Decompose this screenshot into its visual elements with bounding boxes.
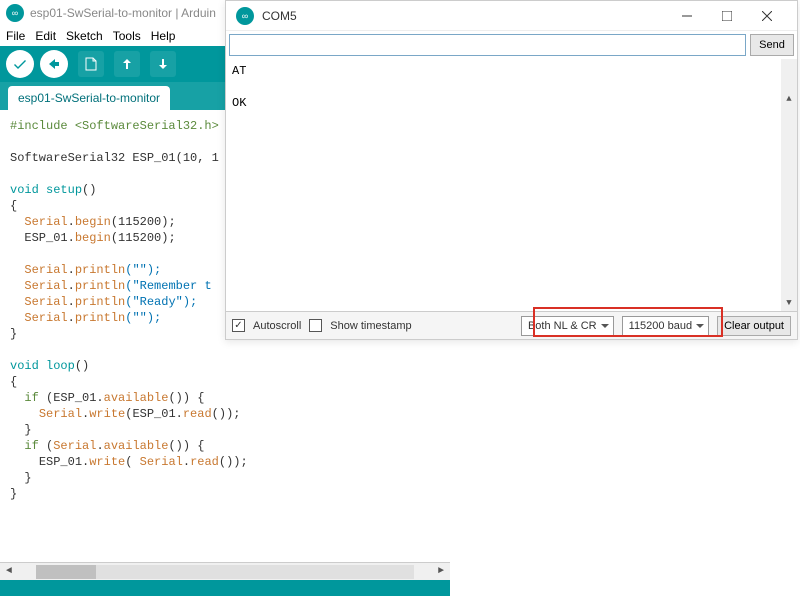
menu-help[interactable]: Help (151, 29, 176, 43)
close-button[interactable] (747, 3, 787, 29)
serial-titlebar: ∞ COM5 (226, 1, 797, 31)
statusbar (0, 580, 450, 596)
serial-monitor-window: ∞ COM5 Send AT OK ▲ ▼ Autoscroll Show ti… (225, 0, 798, 340)
minimize-button[interactable] (667, 3, 707, 29)
serial-output[interactable]: AT OK ▲ ▼ (226, 59, 797, 311)
menu-file[interactable]: File (6, 29, 25, 43)
arduino-logo-icon: ∞ (6, 4, 24, 22)
baud-select[interactable]: 115200 baud (622, 316, 709, 336)
menu-sketch[interactable]: Sketch (66, 29, 103, 43)
ide-title: esp01-SwSerial-to-monitor | Arduin (30, 6, 216, 20)
serial-bottom-bar: Autoscroll Show timestamp Both NL & CR 1… (226, 311, 797, 339)
open-button[interactable] (114, 51, 140, 77)
timestamp-checkbox[interactable] (309, 319, 322, 332)
timestamp-label: Show timestamp (330, 320, 411, 332)
scroll-right-icon[interactable]: ► (432, 564, 450, 580)
serial-input[interactable] (229, 34, 746, 56)
autoscroll-checkbox[interactable] (232, 319, 245, 332)
autoscroll-label: Autoscroll (253, 320, 301, 332)
menu-edit[interactable]: Edit (35, 29, 56, 43)
maximize-button[interactable] (707, 3, 747, 29)
send-bar: Send (226, 31, 797, 59)
arduino-logo-icon: ∞ (236, 7, 254, 25)
line-ending-select[interactable]: Both NL & CR (521, 316, 614, 336)
scroll-down-icon[interactable]: ▼ (781, 295, 797, 311)
menu-tools[interactable]: Tools (113, 29, 141, 43)
tab-sketch[interactable]: esp01-SwSerial-to-monitor (8, 86, 170, 110)
scroll-left-icon[interactable]: ◄ (0, 564, 18, 580)
save-button[interactable] (150, 51, 176, 77)
vertical-scrollbar[interactable]: ▲ ▼ (781, 59, 797, 311)
serial-title: COM5 (262, 9, 667, 23)
scroll-up-icon[interactable]: ▲ (781, 91, 797, 107)
new-button[interactable] (78, 51, 104, 77)
upload-button[interactable] (40, 50, 68, 78)
send-button[interactable]: Send (750, 34, 794, 56)
verify-button[interactable] (6, 50, 34, 78)
horizontal-scrollbar[interactable]: ◄ ► (0, 562, 450, 580)
clear-output-button[interactable]: Clear output (717, 316, 791, 336)
